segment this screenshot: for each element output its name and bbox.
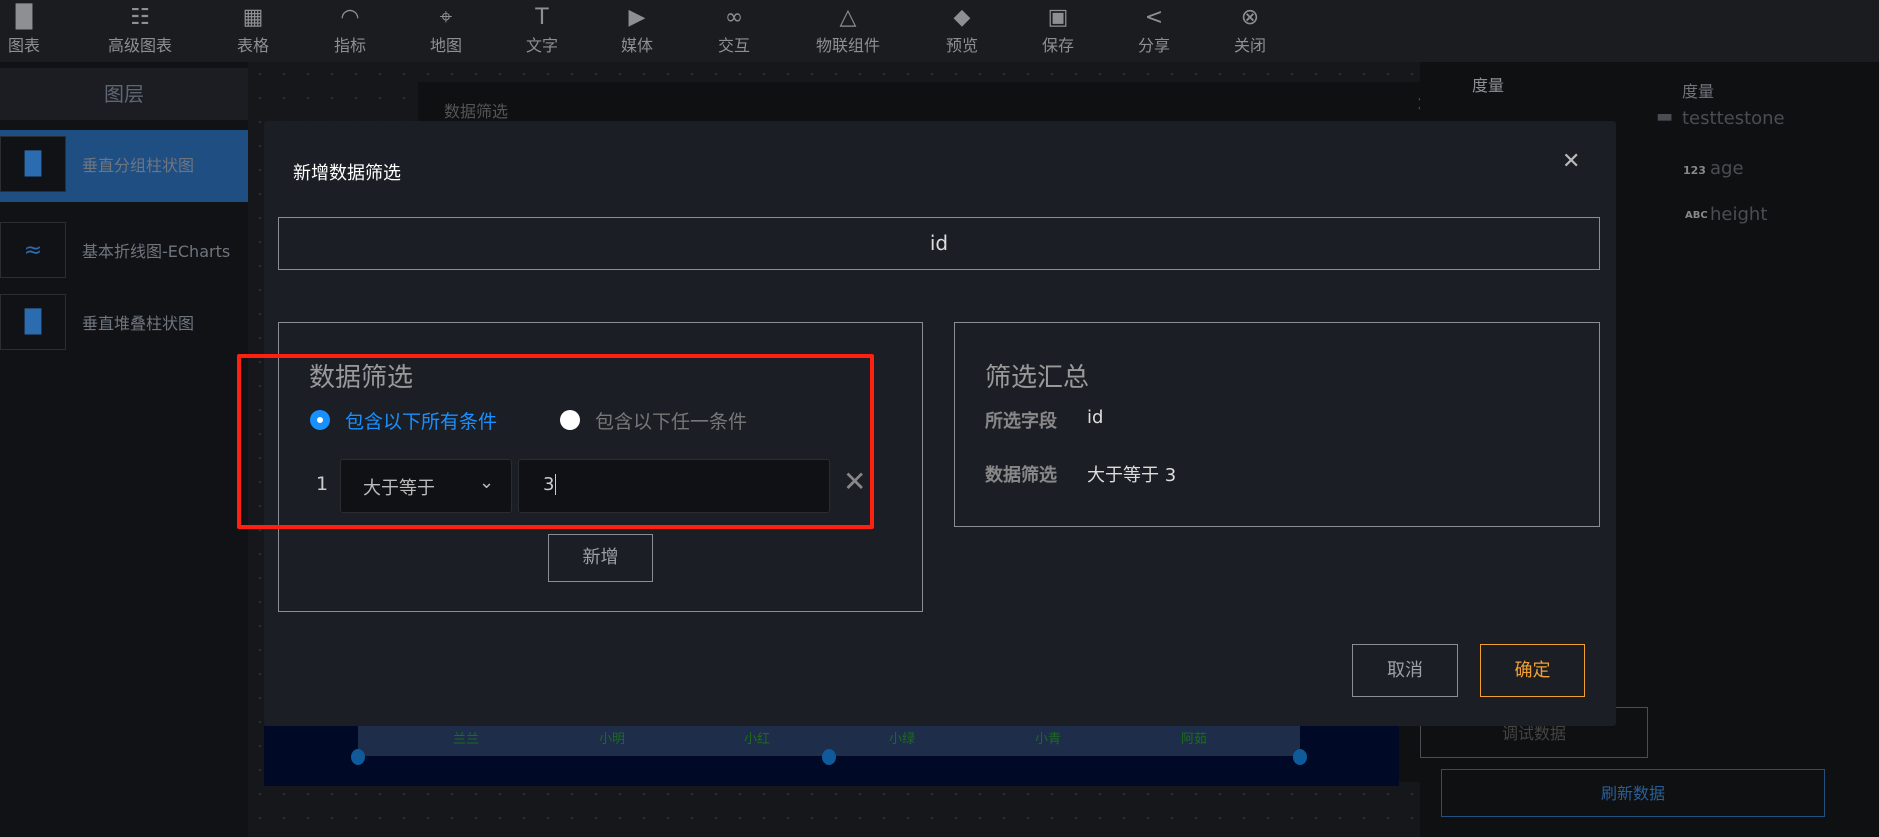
- toolbar-label: 高级图表: [107, 36, 172, 55]
- ok-button[interactable]: 确定: [1480, 644, 1585, 697]
- play-icon: ▶: [628, 5, 646, 30]
- toolbar-label: 交互: [717, 36, 750, 55]
- measure-title: 度量: [1682, 82, 1715, 101]
- save-icon: ▣: [1047, 5, 1069, 30]
- dataset-name[interactable]: testtestone: [1682, 108, 1785, 129]
- summary-filter-value: 大于等于 3: [1087, 465, 1177, 486]
- slider-handle[interactable]: [1293, 749, 1307, 765]
- toolbar-label: 图表: [7, 36, 40, 55]
- toolbar-gauge-button[interactable]: ◠ 指标: [295, 4, 405, 56]
- layout-icon: ☷: [130, 5, 150, 30]
- close-icon[interactable]: ✕: [1562, 149, 1580, 174]
- bar-chart-icon: ▐▌: [7, 5, 41, 30]
- summary-box: 筛选汇总 所选字段 id 数据筛选 大于等于 3: [954, 322, 1600, 527]
- toolbar-iot-button[interactable]: △ 物联组件: [793, 4, 903, 56]
- measure-label: 度量: [1472, 76, 1505, 95]
- refresh-data-button[interactable]: 刷新数据: [1441, 769, 1825, 817]
- cube-icon: ◆: [953, 5, 971, 30]
- slider-handle[interactable]: [351, 749, 365, 765]
- summary-field-label: 所选字段: [985, 411, 1057, 432]
- line-chart-icon: ≈: [0, 222, 66, 278]
- x-axis-label: 小青: [1034, 732, 1062, 747]
- text-icon: T: [535, 5, 549, 30]
- toolbar-label: 分享: [1137, 36, 1170, 55]
- layer-label: 基本折线图-ECharts: [82, 242, 231, 261]
- bar-chart-icon: ▐▌: [0, 136, 66, 192]
- selected-field: id: [278, 217, 1600, 270]
- string-type-icon: ABC: [1685, 210, 1708, 221]
- toolbar-label: 指标: [333, 36, 366, 55]
- folder-icon: ▬: [1656, 106, 1674, 127]
- table-icon: ▦: [242, 5, 264, 30]
- add-condition-button[interactable]: 新增: [548, 534, 653, 582]
- layer-label: 垂直堆叠柱状图: [82, 314, 195, 333]
- toolbar-share-button[interactable]: < 分享: [1099, 4, 1209, 56]
- summary-heading: 筛选汇总: [985, 363, 1090, 393]
- toolbar-link-button[interactable]: ∞ 交互: [679, 4, 789, 56]
- toolbar-label: 文字: [525, 36, 558, 55]
- background-panel-title: 数据筛选: [444, 102, 509, 121]
- toolbar-label: 保存: [1041, 36, 1074, 55]
- x-axis-label: 阿茹: [1180, 732, 1208, 747]
- link-icon: ∞: [724, 5, 744, 30]
- x-axis-label: 兰兰: [452, 732, 480, 747]
- gauge-icon: ◠: [340, 5, 360, 30]
- dialog-title: 新增数据筛选: [293, 163, 401, 184]
- x-axis-label: 小红: [743, 732, 771, 747]
- toolbar-map-pin-button[interactable]: ⌖ 地图: [391, 4, 501, 56]
- summary-field-value: id: [1087, 407, 1104, 428]
- toolbar-text-button[interactable]: T 文字: [487, 4, 597, 56]
- layer-label: 垂直分组柱状图: [82, 156, 195, 175]
- field-height[interactable]: height: [1710, 204, 1767, 225]
- toolbar-label: 地图: [429, 36, 462, 55]
- toolbar-cube-button[interactable]: ◆ 预览: [907, 4, 1017, 56]
- number-type-icon: 123: [1683, 164, 1706, 177]
- layer-item[interactable]: ▐▌ 垂直堆叠柱状图: [0, 288, 248, 360]
- bar-chart-icon: ▐▌: [0, 294, 66, 350]
- toolbar-save-button[interactable]: ▣ 保存: [1003, 4, 1113, 56]
- x-axis-label: 小明: [598, 732, 626, 747]
- toolbar-table-button[interactable]: ▦ 表格: [198, 4, 308, 56]
- toolbar-label: 物联组件: [815, 36, 880, 55]
- toolbar-label: 关闭: [1233, 36, 1266, 55]
- toolbar-label: 表格: [236, 36, 269, 55]
- field-age[interactable]: age: [1710, 158, 1744, 179]
- toolbar-close-circle-button[interactable]: ⊗ 关闭: [1195, 4, 1305, 56]
- toolbar-label: 预览: [945, 36, 978, 55]
- share-icon: <: [1144, 5, 1164, 30]
- cancel-button[interactable]: 取消: [1352, 644, 1458, 697]
- layer-panel-title: 图层: [0, 68, 248, 120]
- layer-panel: 图层 ▐▌ 垂直分组柱状图 ≈ 基本折线图-ECharts ▐▌ 垂直堆叠柱状图: [0, 62, 248, 837]
- layer-item[interactable]: ≈ 基本折线图-ECharts: [0, 216, 248, 288]
- toolbar-label: 媒体: [620, 36, 653, 55]
- x-axis-label: 小绿: [888, 732, 916, 747]
- summary-filter-label: 数据筛选: [985, 465, 1057, 486]
- top-toolbar: ▐▌ 图表 ☷ 高级图表 ▦ 表格 ◠ 指标 ⌖ 地图 T 文字 ▶ 媒体 ∞ 交互 △ 物联组件 ◆ 预览 ▣ 保存 < 分…: [0, 0, 1879, 62]
- toolbar-play-button[interactable]: ▶ 媒体: [582, 4, 692, 56]
- iot-icon: △: [839, 5, 857, 30]
- map-pin-icon: ⌖: [439, 5, 453, 30]
- toolbar-layout-button[interactable]: ☷ 高级图表: [85, 4, 195, 56]
- close-circle-icon: ⊗: [1240, 5, 1260, 30]
- layer-item[interactable]: ▐▌ 垂直分组柱状图: [0, 130, 248, 202]
- highlight-annotation: [237, 354, 874, 529]
- slider-handle[interactable]: [822, 749, 836, 765]
- toolbar-bar-chart-button[interactable]: ▐▌ 图表: [0, 4, 79, 56]
